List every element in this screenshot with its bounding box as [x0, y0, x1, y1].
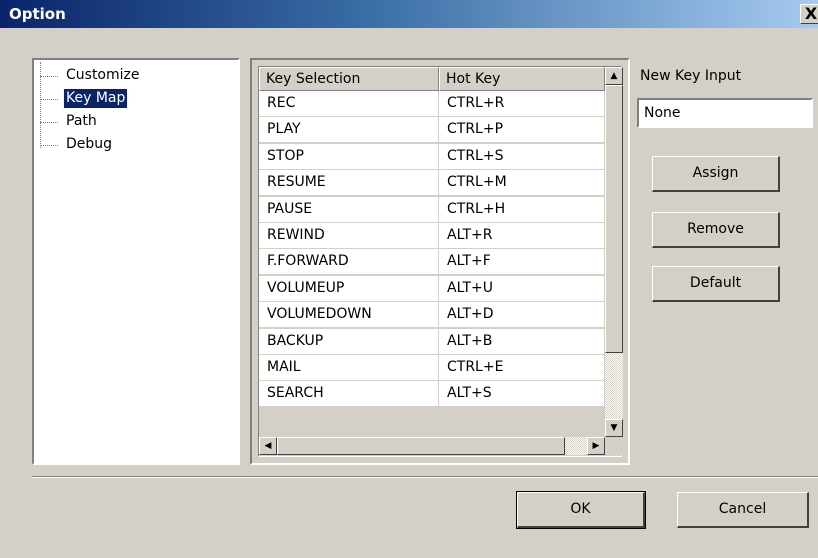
key-selection-cell: BACKUP: [259, 328, 439, 354]
footer-separator: [32, 476, 818, 478]
scroll-corner: [605, 437, 623, 455]
scroll-up-button[interactable]: ▲: [605, 67, 623, 85]
close-button[interactable]: X: [800, 4, 818, 24]
keymap-grid[interactable]: Key Selection Hot Key REC CTRL+R PLAY CTRL+…: [258, 66, 623, 457]
table-row[interactable]: REWIND ALT+R: [259, 223, 605, 249]
table-row[interactable]: BACKUP ALT+B: [259, 328, 605, 355]
table-row[interactable]: RESUME CTRL+M: [259, 170, 605, 197]
table-row[interactable]: PAUSE CTRL+H: [259, 196, 605, 223]
tree-item-path[interactable]: Path: [34, 112, 234, 132]
window-title: Option: [9, 5, 66, 23]
tree-connector: [40, 122, 58, 123]
tree-item-customize[interactable]: Customize: [34, 66, 234, 86]
right-arrow-icon: ▶: [592, 441, 600, 451]
hot-key-cell: ALT+F: [439, 249, 605, 275]
column-header-hot-key[interactable]: Hot Key: [439, 67, 605, 91]
down-arrow-icon: ▼: [610, 423, 618, 433]
new-key-input-label: New Key Input: [640, 68, 742, 84]
table-row[interactable]: VOLUMEUP ALT+U: [259, 275, 605, 302]
assign-button[interactable]: Assign: [652, 156, 780, 192]
column-header-key-selection[interactable]: Key Selection: [259, 67, 439, 91]
hot-key-cell: CTRL+M: [439, 170, 605, 196]
table-row[interactable]: VOLUMEDOWN ALT+D: [259, 302, 605, 329]
table-row[interactable]: REC CTRL+R: [259, 91, 605, 117]
hot-key-cell: ALT+D: [439, 302, 605, 328]
key-selection-cell: RESUME: [259, 170, 439, 196]
close-icon: X: [804, 4, 818, 23]
key-selection-cell: REC: [259, 91, 439, 116]
tree-item-label: Debug: [66, 136, 113, 152]
table-row[interactable]: MAIL CTRL+E: [259, 355, 605, 381]
hot-key-cell: ALT+B: [439, 328, 605, 354]
scroll-right-button[interactable]: ▶: [587, 437, 605, 455]
key-selection-cell: F.FORWARD: [259, 249, 439, 275]
tree-item-key-map[interactable]: Key Map: [34, 88, 234, 109]
hot-key-cell: CTRL+E: [439, 355, 605, 380]
horizontal-scrollbar[interactable]: ◀ ▶: [259, 437, 605, 455]
tree-connector: [40, 76, 58, 77]
hot-key-cell: ALT+U: [439, 275, 605, 301]
new-key-input-field[interactable]: None: [637, 98, 813, 128]
left-arrow-icon: ◀: [264, 441, 272, 451]
keymap-grid-frame: Key Selection Hot Key REC CTRL+R PLAY CTRL+…: [250, 58, 630, 465]
key-selection-cell: VOLUMEDOWN: [259, 302, 439, 328]
horizontal-scroll-thumb[interactable]: [277, 437, 565, 455]
tree-item-label: Path: [66, 113, 97, 129]
hot-key-cell: CTRL+S: [439, 143, 605, 169]
options-tree[interactable]: Customize Key Map Path Debug: [32, 58, 240, 465]
up-arrow-icon: ▲: [610, 71, 618, 81]
scroll-down-button[interactable]: ▼: [605, 419, 623, 437]
table-row[interactable]: SEARCH ALT+S: [259, 381, 605, 408]
key-selection-cell: VOLUMEUP: [259, 275, 439, 301]
title-bar[interactable]: Option X: [0, 0, 818, 28]
hot-key-cell: ALT+S: [439, 381, 605, 407]
hot-key-cell: CTRL+H: [439, 196, 605, 222]
scroll-left-button[interactable]: ◀: [259, 437, 277, 455]
tree-item-debug[interactable]: Debug: [34, 135, 234, 155]
hot-key-cell: CTRL+P: [439, 117, 605, 143]
table-row[interactable]: STOP CTRL+S: [259, 143, 605, 170]
vertical-scrollbar[interactable]: ▲ ▼: [605, 67, 623, 437]
cancel-button[interactable]: Cancel: [677, 492, 809, 528]
default-button[interactable]: Default: [652, 266, 780, 302]
ok-button[interactable]: OK: [516, 491, 646, 529]
table-row[interactable]: F.FORWARD ALT+F: [259, 249, 605, 276]
key-selection-cell: STOP: [259, 143, 439, 169]
key-selection-cell: PAUSE: [259, 196, 439, 222]
key-selection-cell: MAIL: [259, 355, 439, 380]
tree-connector: [40, 99, 58, 100]
vertical-scroll-thumb[interactable]: [605, 85, 623, 353]
hot-key-cell: ALT+R: [439, 223, 605, 248]
tree-item-label: Customize: [66, 67, 140, 83]
table-row[interactable]: PLAY CTRL+P: [259, 117, 605, 144]
tree-item-label: Key Map: [62, 88, 129, 109]
key-selection-cell: REWIND: [259, 223, 439, 248]
key-selection-cell: SEARCH: [259, 381, 439, 407]
tree-connector: [40, 145, 58, 146]
hot-key-cell: CTRL+R: [439, 91, 605, 116]
remove-button[interactable]: Remove: [652, 212, 780, 248]
key-selection-cell: PLAY: [259, 117, 439, 143]
